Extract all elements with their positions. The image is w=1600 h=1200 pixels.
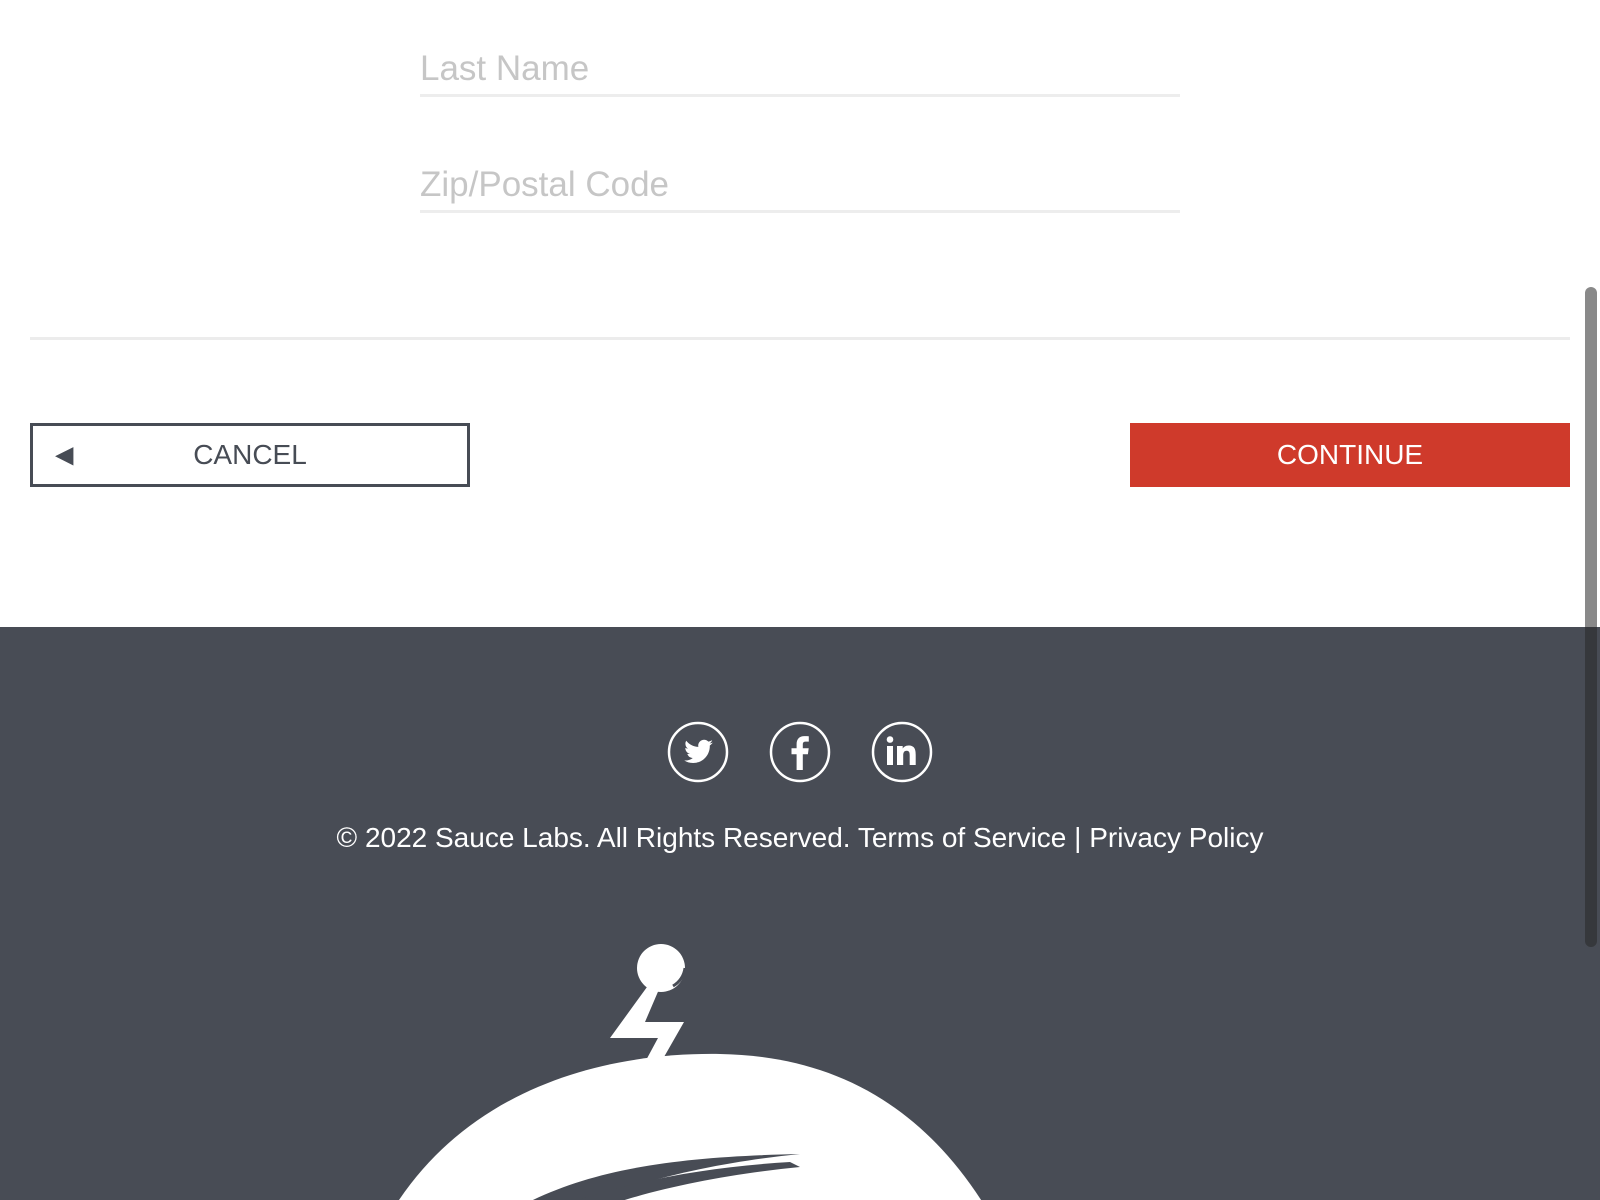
last-name-input[interactable] bbox=[420, 44, 1180, 97]
scrollbar[interactable] bbox=[1584, 0, 1600, 1200]
scrollbar-thumb[interactable] bbox=[1585, 287, 1597, 947]
copyright-line: © 2022 Sauce Labs. All Rights Reserved. … bbox=[0, 822, 1600, 854]
checkout-page: ◀ CANCEL CONTINUE bbox=[0, 0, 1600, 1200]
zip-postal-code-input[interactable] bbox=[420, 160, 1180, 213]
facebook-icon[interactable] bbox=[769, 721, 831, 783]
social-links bbox=[0, 721, 1600, 783]
privacy-policy-link[interactable]: Privacy Policy bbox=[1089, 822, 1263, 853]
back-arrow-icon: ◀ bbox=[55, 441, 74, 469]
checkout-form: ◀ CANCEL CONTINUE bbox=[0, 0, 1600, 627]
linkedin-icon[interactable] bbox=[871, 721, 933, 783]
terms-of-service-link[interactable]: Terms of Service bbox=[858, 822, 1067, 853]
cancel-label: CANCEL bbox=[193, 439, 307, 470]
cancel-button[interactable]: ◀ CANCEL bbox=[30, 423, 470, 487]
sauce-labs-robot-logo bbox=[399, 944, 981, 1200]
continue-button[interactable]: CONTINUE bbox=[1130, 423, 1570, 487]
form-divider bbox=[30, 337, 1570, 340]
twitter-icon[interactable] bbox=[667, 721, 729, 783]
copyright-text: © 2022 Sauce Labs. All Rights Reserved. bbox=[336, 822, 851, 853]
footer-separator: | bbox=[1074, 822, 1082, 853]
continue-label: CONTINUE bbox=[1276, 439, 1424, 470]
footer: © 2022 Sauce Labs. All Rights Reserved. … bbox=[0, 627, 1600, 1200]
